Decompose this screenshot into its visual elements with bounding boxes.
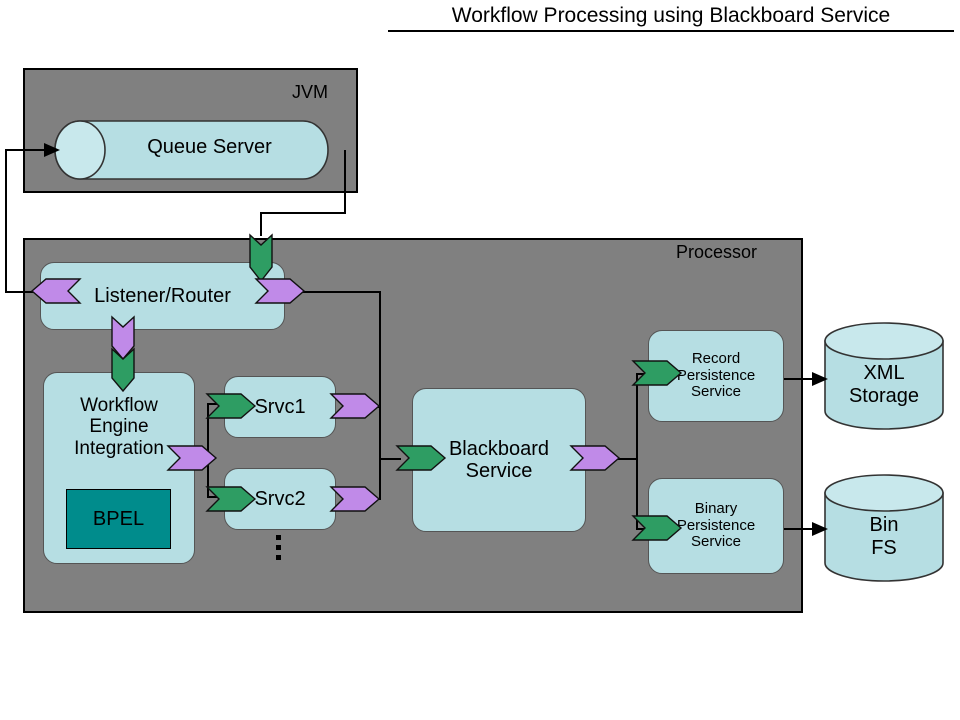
- arrowhead-into-bin-fs: [812, 522, 828, 536]
- node-xml-storage: XML Storage: [824, 322, 944, 430]
- purple-chevron-out-listener-router-left: [30, 278, 82, 304]
- connector-listener-to-queue-seg-vertical: [5, 149, 7, 292]
- ellipsis-dot: [276, 545, 281, 550]
- node-bin-fs-label: Bin FS: [869, 514, 899, 559]
- green-chevron-into-record-persistence-service: [631, 360, 683, 386]
- ellipsis-dot: [276, 535, 281, 540]
- purple-chevron-out-srvc1: [329, 393, 381, 419]
- arrowhead-into-queue-server: [44, 143, 60, 157]
- node-queue-server: Queue Server: [54, 120, 329, 180]
- node-bin-fs: Bin FS: [824, 474, 944, 582]
- node-xml-storage-label: XML Storage: [848, 362, 920, 407]
- connector-listener-to-blackboard-seg-top: [295, 291, 380, 293]
- node-srvc1-label: Srvc1: [254, 395, 306, 418]
- container-jvm-label: JVM: [292, 82, 328, 102]
- diagram-canvas: Workflow Processing using Blackboard Ser…: [0, 0, 960, 720]
- node-srvc2-label: Srvc2: [254, 487, 306, 510]
- green-chevron-into-blackboard-service: [395, 445, 447, 471]
- ellipsis-dot: [276, 555, 281, 560]
- page-title: Workflow Processing using Blackboard Ser…: [388, 4, 954, 32]
- purple-chevron-out-blackboard-service: [569, 445, 621, 471]
- green-chevron-into-binary-persistence-service: [631, 515, 683, 541]
- green-chevron-into-srvc1: [205, 393, 257, 419]
- node-bpel: BPEL: [66, 489, 171, 549]
- container-processor-label: Processor: [676, 242, 758, 262]
- green-chevron-into-srvc2: [205, 486, 257, 512]
- node-binary-persistence-service-label: Binary Persistence Service: [676, 499, 756, 551]
- node-bpel-label: BPEL: [92, 507, 145, 530]
- green-chevron-into-listener-router: [249, 233, 273, 283]
- connector-queue-to-listener-seg-down: [260, 212, 262, 236]
- purple-chevron-out-listener-router-right: [254, 278, 306, 304]
- arrowhead-into-xml-storage: [812, 372, 828, 386]
- node-workflow-engine-label: Workflow Engine Integration: [74, 395, 164, 459]
- node-listener-router-label: Listener/Router: [94, 284, 231, 307]
- connector-queue-to-listener-seg-across: [260, 212, 346, 214]
- node-queue-server-label: Queue Server: [147, 136, 272, 158]
- node-blackboard-service-label: Blackboard Service: [448, 437, 550, 482]
- purple-chevron-out-srvc2: [329, 486, 381, 512]
- purple-chevron-out-workflow-engine: [166, 445, 218, 471]
- green-chevron-into-workflow-engine: [111, 347, 135, 393]
- more-services-ellipsis: [276, 535, 281, 565]
- connector-queue-to-listener-seg-right: [344, 150, 346, 212]
- node-record-persistence-service-label: Record Persistence Service: [676, 349, 756, 401]
- connector-services-bus-vertical: [379, 406, 381, 498]
- connector-persistence-bus-vertical: [636, 373, 638, 529]
